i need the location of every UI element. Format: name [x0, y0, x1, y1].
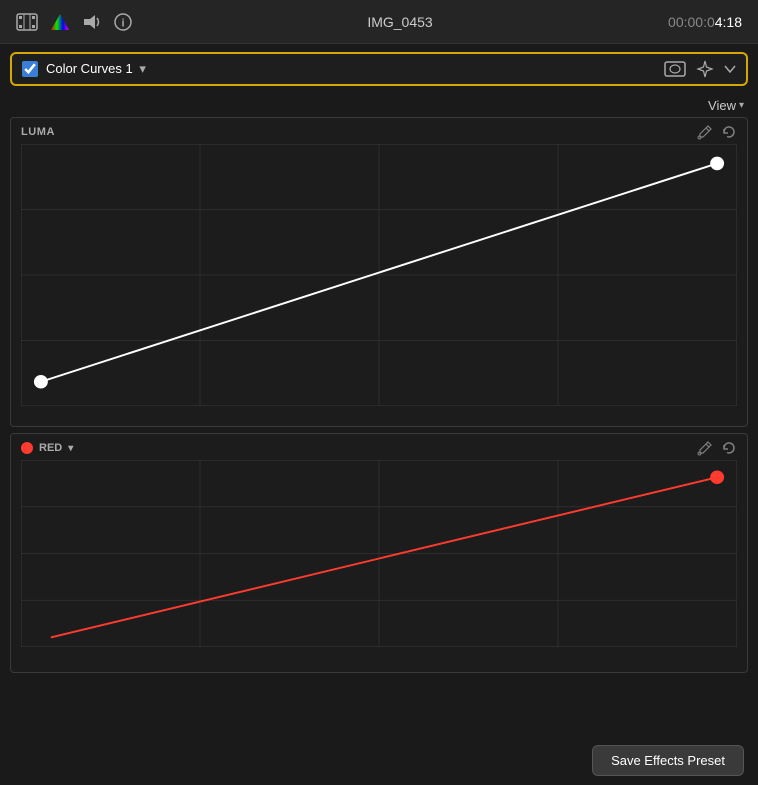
luma-curve-header: LUMA — [11, 118, 747, 144]
bottom-bar: Save Effects Preset — [0, 735, 758, 785]
view-row: View ▾ — [0, 94, 758, 117]
luma-reset-icon[interactable] — [721, 124, 737, 140]
red-curve-svg — [21, 460, 737, 647]
red-eyedropper-icon[interactable] — [697, 440, 713, 456]
timecode: 00:00:04:18 — [668, 14, 742, 30]
luma-eyedropper-icon[interactable] — [697, 124, 713, 140]
top-bar: i IMG_0453 00:00:04:18 — [0, 0, 758, 44]
magic-icon[interactable] — [696, 60, 714, 78]
red-chevron[interactable]: ▾ — [68, 443, 73, 454]
red-header-icons — [697, 440, 737, 456]
time-dim: 00:00:0 — [668, 14, 715, 30]
red-label: RED — [39, 442, 62, 454]
mask-icon[interactable] — [664, 61, 686, 77]
view-button[interactable]: View ▾ — [708, 98, 744, 113]
red-curve-header: RED ▾ — [11, 434, 747, 460]
luma-curve-canvas — [11, 144, 747, 414]
luma-curve-section: LUMA — [10, 117, 748, 427]
effect-header-icons — [664, 60, 736, 78]
luma-label: LUMA — [21, 126, 55, 138]
red-reset-icon[interactable] — [721, 440, 737, 456]
red-curve-section: RED ▾ — [10, 433, 748, 673]
effect-enable-checkbox[interactable] — [22, 61, 38, 77]
red-dot — [21, 442, 33, 454]
svg-text:i: i — [121, 17, 124, 29]
luma-header-icons — [697, 124, 737, 140]
red-curve-canvas — [11, 460, 747, 655]
filename: IMG_0453 — [367, 14, 432, 30]
view-label: View — [708, 98, 736, 113]
effect-name-text: Color Curves 1 — [46, 61, 133, 76]
info-icon[interactable]: i — [114, 13, 132, 31]
color-icon[interactable] — [50, 13, 70, 31]
luma-curve-svg — [21, 144, 737, 406]
effect-header: Color Curves 1 ▾ — [10, 52, 748, 86]
film-icon[interactable] — [16, 13, 38, 31]
audio-icon[interactable] — [82, 13, 102, 31]
chevron-down-icon[interactable] — [724, 65, 736, 73]
save-effects-preset-button[interactable]: Save Effects Preset — [592, 745, 744, 776]
top-bar-icon-group: i — [16, 13, 132, 31]
effect-name: Color Curves 1 ▾ — [46, 61, 656, 77]
red-label-group: RED ▾ — [21, 442, 73, 454]
effect-name-chevron[interactable]: ▾ — [139, 61, 146, 76]
view-chevron: ▾ — [739, 100, 744, 111]
time-bright: 4:18 — [715, 14, 742, 30]
